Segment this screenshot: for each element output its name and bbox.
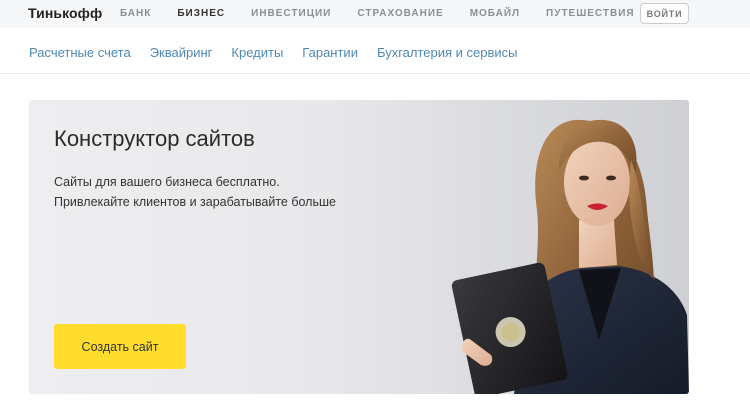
sub-nav-item-accounting[interactable]: Бухгалтерия и сервисы xyxy=(377,45,518,60)
top-nav: БАНК БИЗНЕС ИНВЕСТИЦИИ СТРАХОВАНИЕ МОБАЙ… xyxy=(120,8,661,22)
sub-nav-item-accounts[interactable]: Расчетные счета xyxy=(29,45,131,60)
sub-nav: Расчетные счета Эквайринг Кредиты Гарант… xyxy=(0,28,750,74)
top-nav-item-bank[interactable]: БАНК xyxy=(120,8,151,22)
top-nav-item-investments[interactable]: ИНВЕСТИЦИИ xyxy=(251,8,331,22)
top-nav-item-mobile[interactable]: МОБАЙЛ xyxy=(470,8,520,22)
create-site-button[interactable]: Создать сайт xyxy=(54,324,186,369)
hero-description: Сайты для вашего бизнеса бесплатно. Прив… xyxy=(54,172,384,212)
tinkoff-logo[interactable]: Тинькофф xyxy=(28,5,102,21)
hero-title: Конструктор сайтов xyxy=(54,126,255,151)
top-nav-item-insurance[interactable]: СТРАХОВАНИЕ xyxy=(357,8,443,22)
hero-description-line-2: Привлекайте клиентов и зарабатывайте бол… xyxy=(54,195,336,209)
top-nav-item-business[interactable]: БИЗНЕС xyxy=(177,8,225,22)
hero-description-line-1: Сайты для вашего бизнеса бесплатно. xyxy=(54,175,280,189)
hero-banner: Конструктор сайтов Сайты для вашего бизн… xyxy=(29,100,689,394)
sub-nav-item-acquiring[interactable]: Эквайринг xyxy=(150,45,213,60)
sub-nav-item-guarantees[interactable]: Гарантии xyxy=(302,45,358,60)
login-button[interactable]: ВОЙТИ xyxy=(640,3,689,24)
top-nav-item-travel[interactable]: ПУТЕШЕСТВИЯ xyxy=(546,8,635,22)
woman-holding-tablet-photo xyxy=(451,119,689,394)
sub-nav-items: Расчетные счета Эквайринг Кредиты Гарант… xyxy=(29,45,537,60)
sub-nav-item-credits[interactable]: Кредиты xyxy=(231,45,283,60)
top-bar: Тинькофф БАНК БИЗНЕС ИНВЕСТИЦИИ СТРАХОВА… xyxy=(0,0,750,28)
